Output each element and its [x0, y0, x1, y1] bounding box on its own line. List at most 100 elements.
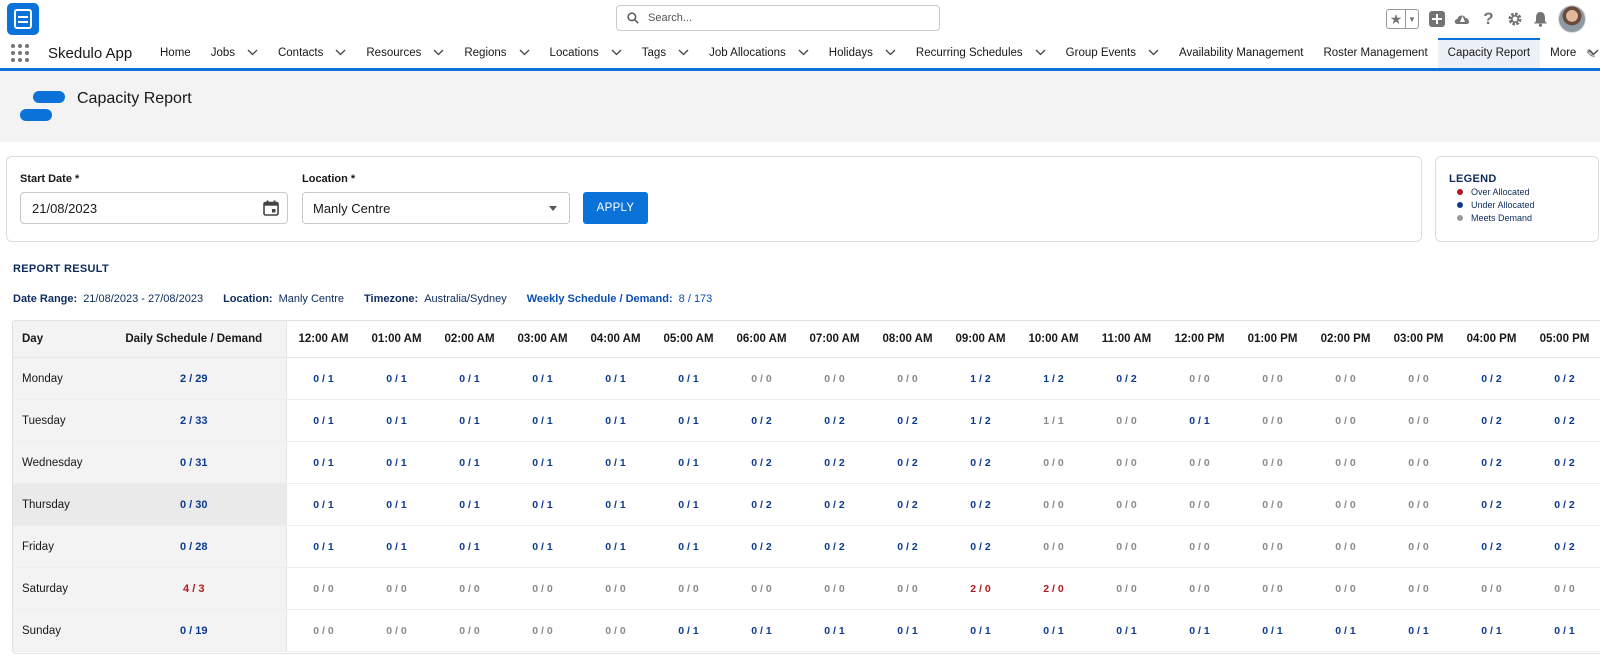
hour-cell: 0 / 0 [605, 624, 626, 637]
table-row[interactable]: Wednesday 0 / 31 0 / 1 0 / 1 0 / 1 0 / 1 0 / 1… [13, 442, 1600, 484]
report-result-title: REPORT RESULT [13, 263, 109, 275]
day-cell: Tuesday [13, 400, 102, 441]
hour-cell: 0 / 2 [897, 414, 918, 427]
hour-cell: 0 / 1 [678, 372, 699, 385]
nav-item-home[interactable]: Home [150, 38, 201, 68]
hour-cell: 0 / 1 [532, 414, 553, 427]
start-date-field[interactable]: 21/08/2023 [20, 192, 288, 224]
help-icon[interactable]: ? [1480, 9, 1497, 28]
daily-schedule-demand-cell: 0 / 31 [101, 442, 287, 483]
daily-schedule-demand-cell: 4 / 3 [101, 568, 287, 609]
hour-cell: 0 / 1 [678, 456, 699, 469]
summary-value-location: Manly Centre [278, 293, 344, 305]
table-row[interactable]: Monday 2 / 29 0 / 1 0 / 1 0 / 1 0 / 1 0 / 1 0 /… [13, 358, 1600, 400]
capacity-table: Day Daily Schedule / Demand 12:00 AM 01:0… [12, 320, 1600, 654]
summary-key-weekly-schedule-demand: Weekly Schedule / Demand: [526, 293, 673, 305]
hour-cell: 0 / 2 [1116, 372, 1137, 385]
chevron-down-icon[interactable] [678, 48, 689, 59]
hour-cell: 0 / 0 [1408, 372, 1429, 385]
nav-item-locations[interactable]: Locations [540, 38, 632, 68]
chevron-down-icon[interactable]: ▼ [1406, 10, 1418, 28]
global-search[interactable] [616, 5, 940, 31]
table-row[interactable]: Thursday 0 / 30 0 / 1 0 / 1 0 / 1 0 / 1 0 / 1 0… [13, 484, 1600, 526]
legend-item-over-allocated: Over Allocated [1457, 187, 1530, 197]
chevron-down-icon[interactable] [1148, 48, 1159, 59]
hour-cell: 0 / 2 [897, 456, 918, 469]
day-cell: Saturday [13, 568, 102, 609]
nav-item-contacts[interactable]: Contacts [268, 38, 356, 68]
nav-item-label: Recurring Schedules [915, 47, 1023, 59]
hour-cell: 0 / 0 [532, 624, 553, 637]
hour-cell: 0 / 0 [1408, 582, 1429, 595]
nav-item-job-allocations[interactable]: Job Allocations [699, 38, 819, 68]
hour-cell: 0 / 1 [1481, 624, 1502, 637]
hour-cell: 0 / 1 [313, 540, 334, 553]
chevron-down-icon[interactable] [885, 48, 896, 59]
user-avatar[interactable] [1558, 5, 1586, 33]
hour-cell: 0 / 1 [313, 456, 334, 469]
notifications-bell-icon[interactable] [1532, 11, 1549, 28]
hour-cell: 0 / 1 [459, 498, 480, 511]
nav-item-roster-management[interactable]: Roster Management [1313, 38, 1437, 68]
column-header-hour: 04:00 AM [590, 333, 641, 345]
hour-cell: 0 / 0 [1262, 540, 1283, 553]
hour-cell: 0 / 0 [1335, 582, 1356, 595]
favorites-group[interactable]: ★ ▼ [1386, 9, 1419, 29]
nav-item-availability-management[interactable]: Availability Management [1169, 38, 1313, 68]
nav-item-group-events[interactable]: Group Events [1056, 38, 1169, 68]
search-input[interactable] [648, 12, 928, 24]
table-row[interactable]: Friday 0 / 28 0 / 1 0 / 1 0 / 1 0 / 1 0 / 1 0 /… [13, 526, 1600, 568]
search-icon [627, 12, 639, 24]
chevron-down-icon[interactable] [247, 48, 258, 59]
hour-cell: 0 / 1 [1554, 624, 1575, 637]
chevron-down-icon[interactable] [1035, 48, 1046, 59]
chevron-down-icon[interactable] [519, 48, 530, 59]
table-row[interactable]: Tuesday 2 / 33 0 / 1 0 / 1 0 / 1 0 / 1 0 / 1 0 … [13, 400, 1600, 442]
nav-item-resources[interactable]: Resources [356, 38, 454, 68]
nav-item-capacity-report[interactable]: Capacity Report [1437, 38, 1541, 68]
nav-item-label: Availability Management [1179, 47, 1304, 59]
edit-nav-pencil-icon[interactable]: ✎ [1586, 47, 1596, 61]
setup-gear-icon[interactable] [1506, 11, 1523, 28]
hour-cell: 0 / 1 [970, 624, 991, 637]
table-row[interactable]: Saturday 4 / 3 0 / 0 0 / 0 0 / 0 0 / 0 0 / 0 0 … [13, 568, 1600, 610]
hour-cell: 0 / 0 [751, 372, 772, 385]
legend-panel: LEGEND Over Allocated Under Allocated Meet… [1435, 156, 1599, 242]
add-icon[interactable] [1428, 11, 1445, 28]
apply-button[interactable]: APPLY [583, 192, 648, 224]
hour-cell: 0 / 1 [678, 624, 699, 637]
chevron-down-icon[interactable] [611, 48, 622, 59]
hour-cell: 0 / 0 [897, 372, 918, 385]
chevron-down-icon[interactable] [335, 48, 346, 59]
hour-cell: 0 / 2 [1554, 498, 1575, 511]
hour-cell: 0 / 0 [1116, 414, 1137, 427]
summary-value-weekly-schedule-demand: 8 / 173 [678, 293, 713, 305]
column-header-hour: 10:00 AM [1028, 333, 1079, 345]
hour-cell: 0 / 0 [1043, 498, 1064, 511]
hour-cell: 0 / 1 [313, 414, 334, 427]
app-logo-icon[interactable] [7, 3, 39, 35]
trailhead-icon[interactable] [1454, 11, 1471, 28]
filter-panel: Start Date * 21/08/2023 Location * Manly… [6, 156, 1422, 242]
nav-item-regions[interactable]: Regions [454, 38, 539, 68]
table-row[interactable]: Sunday 0 / 19 0 / 0 0 / 0 0 / 0 0 / 0 0 / 0 0 /… [13, 610, 1600, 652]
legend-item-meets-demand: Meets Demand [1457, 213, 1532, 223]
nav-item-recurring-schedules[interactable]: Recurring Schedules [906, 38, 1056, 68]
hour-cell: 0 / 2 [970, 498, 991, 511]
hour-cell: 0 / 2 [1554, 372, 1575, 385]
favorites-star-icon[interactable]: ★ [1387, 10, 1406, 28]
hour-cell: 0 / 1 [459, 372, 480, 385]
nav-item-tags[interactable]: Tags [632, 38, 699, 68]
chevron-down-icon[interactable] [798, 48, 809, 59]
nav-item-jobs[interactable]: Jobs [201, 38, 268, 68]
hour-cell: 0 / 0 [313, 582, 334, 595]
location-select[interactable]: Manly Centre [302, 192, 570, 224]
hour-cell: 0 / 2 [1481, 456, 1502, 469]
legend-dot [1457, 202, 1463, 208]
summary-key-date-range: Date Range: [13, 293, 78, 305]
column-header-hour: 03:00 AM [517, 333, 568, 345]
chevron-down-icon[interactable] [433, 48, 444, 59]
nav-item-holidays[interactable]: Holidays [819, 38, 906, 68]
app-launcher-icon[interactable] [11, 44, 29, 62]
calendar-icon[interactable] [263, 200, 279, 216]
